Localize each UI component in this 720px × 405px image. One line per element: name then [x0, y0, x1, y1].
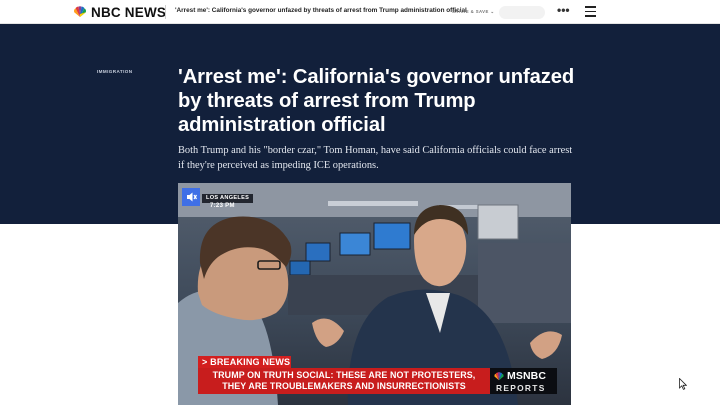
msnbc-logo: MSNBC: [493, 370, 546, 382]
nbc-peacock-icon: [73, 6, 87, 18]
brand-name: NBC NEWS: [91, 4, 167, 20]
chyron-line-2: THEY ARE TROUBLEMAKERS AND INSURRECTIONI…: [222, 381, 466, 391]
article-kicker[interactable]: IMMIGRATION: [97, 69, 132, 74]
share-save-button[interactable]: SHARE & SAVE ⌄: [452, 9, 494, 15]
hamburger-menu-icon[interactable]: [585, 6, 596, 17]
news-chyron: TRUMP ON TRUTH SOCIAL: THESE ARE NOT PRO…: [198, 368, 490, 394]
nav-article-headline: 'Arrest me': California's governor unfaz…: [175, 7, 467, 14]
breaking-news-label: > BREAKING NEWS: [198, 356, 291, 368]
location-city: LOS ANGELES: [206, 195, 250, 201]
article-title: 'Arrest me': California's governor unfaz…: [178, 66, 575, 136]
location-tag: LOS ANGELES: [202, 194, 254, 203]
location-time: 7:23 PM: [210, 203, 235, 209]
more-dots-icon[interactable]: •••: [557, 4, 570, 16]
top-navigation-bar: NBC NEWS 'Arrest me': California's gover…: [0, 0, 720, 24]
network-bug: MSNBC REPORTS: [490, 368, 557, 394]
network-name: MSNBC: [507, 370, 546, 382]
network-sub: REPORTS: [496, 383, 546, 393]
mute-button[interactable]: [182, 188, 200, 206]
chyron-line-1: TRUMP ON TRUTH SOCIAL: THESE ARE NOT PRO…: [212, 370, 476, 380]
article-dek: Both Trump and his "border czar," Tom Ho…: [178, 145, 573, 171]
speaker-muted-icon: [187, 192, 198, 202]
nbc-peacock-icon: [494, 371, 504, 380]
nav-divider: [165, 5, 166, 19]
mouse-cursor-icon: [679, 378, 687, 390]
video-player[interactable]: LOS ANGELES 7:23 PM > BREAKING NEWS TRUM…: [178, 183, 571, 405]
share-save-label: SHARE & SAVE: [452, 9, 489, 14]
nav-pill-placeholder[interactable]: [499, 6, 545, 19]
chevron-down-icon: ⌄: [490, 9, 495, 14]
nbc-news-logo[interactable]: NBC NEWS: [72, 4, 166, 20]
